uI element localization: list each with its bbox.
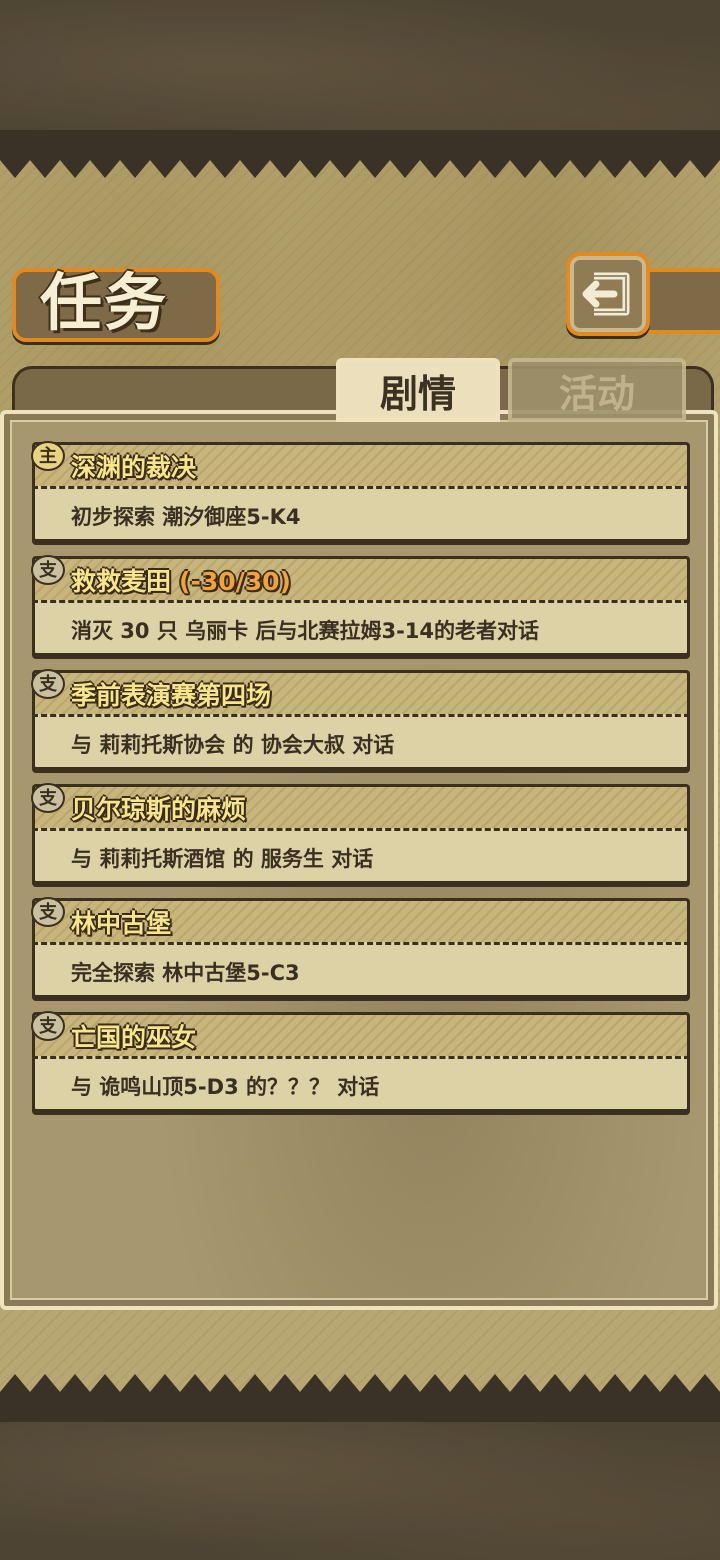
side-quest-icon: 支 [31,555,65,585]
quest-body: 初步探索 潮汐御座5-K4 [32,486,690,542]
quest-body: 消灭 30 只 乌丽卡 后与北赛拉姆3-14的老者对话 [32,600,690,656]
side-quest-icon: 支 [31,897,65,927]
quest-name: 亡国的巫女 [71,1023,197,1052]
quest-item[interactable]: 主 深渊的裁决 初步探索 潮汐御座5-K4 [31,441,690,542]
main-quest-icon: 主 [31,441,65,471]
quest-item[interactable]: 支 林中古堡 完全探索 林中古堡5-C3 [31,897,690,998]
quest-item[interactable]: 支 亡国的巫女 与 诡鸣山顶5-D3 的？？？ 对话 [31,1011,690,1112]
quest-header: 支 季前表演赛第四场 [31,669,690,714]
quest-body: 完全探索 林中古堡5-C3 [32,942,690,998]
quest-header: 主 深渊的裁决 [31,441,690,486]
page-title: 任务 [40,266,169,339]
top-zigzag-edge [0,150,720,178]
quest-item[interactable]: 支 贝尔琼斯的麻烦 与 莉莉托斯酒馆 的 服务生 对话 [31,783,690,884]
back-button-bar [640,268,720,334]
tab-event-label: 活动 [558,370,635,416]
quest-name: 季前表演赛第四场 [71,681,272,710]
quest-description: 与 莉莉托斯酒馆 的 服务生 对话 [71,847,374,871]
quest-item[interactable]: 支 季前表演赛第四场 与 莉莉托斯协会 的 协会大叔 对话 [31,669,690,770]
quest-description: 初步探索 潮汐御座5-K4 [71,505,301,529]
quest-header: 支 救救麦田 (-30/30) [31,555,690,600]
quest-description: 与 诡鸣山顶5-D3 的？？？ 对话 [71,1075,380,1099]
return-arrow-icon [582,272,630,316]
bottom-divider [0,1402,720,1422]
quest-name: 救救麦田 (-30/30) [71,567,291,596]
quest-description: 与 莉莉托斯协会 的 协会大叔 对话 [71,733,395,757]
quest-header: 支 亡国的巫女 [31,1011,690,1056]
back-button[interactable] [566,252,650,336]
side-quest-icon: 支 [31,1011,65,1041]
tab-story-label: 剧情 [379,370,456,416]
bottom-zigzag-edge [0,1374,720,1402]
tab-story[interactable]: 剧情 [336,358,500,422]
quest-body: 与 莉莉托斯协会 的 协会大叔 对话 [32,714,690,770]
top-divider [0,130,720,150]
quest-header: 支 贝尔琼斯的麻烦 [31,783,690,828]
quest-description: 完全探索 林中古堡5-C3 [71,961,300,985]
quest-name: 贝尔琼斯的麻烦 [71,795,247,824]
quest-name: 深渊的裁决 [71,453,197,482]
quest-progress: (-30/30) [179,567,291,596]
side-quest-icon: 支 [31,783,65,813]
side-quest-icon: 支 [31,669,65,699]
quest-item[interactable]: 支 救救麦田 (-30/30) 消灭 30 只 乌丽卡 后与北赛拉姆3-14的老者… [31,555,690,656]
quest-name: 林中古堡 [71,909,172,938]
tab-event[interactable]: 活动 [508,358,686,422]
quest-description: 消灭 30 只 乌丽卡 后与北赛拉姆3-14的老者对话 [71,619,540,643]
quest-body: 与 诡鸣山顶5-D3 的？？？ 对话 [32,1056,690,1112]
map-background-bottom [0,1400,720,1560]
quest-body: 与 莉莉托斯酒馆 的 服务生 对话 [32,828,690,884]
quest-header: 支 林中古堡 [31,897,690,942]
